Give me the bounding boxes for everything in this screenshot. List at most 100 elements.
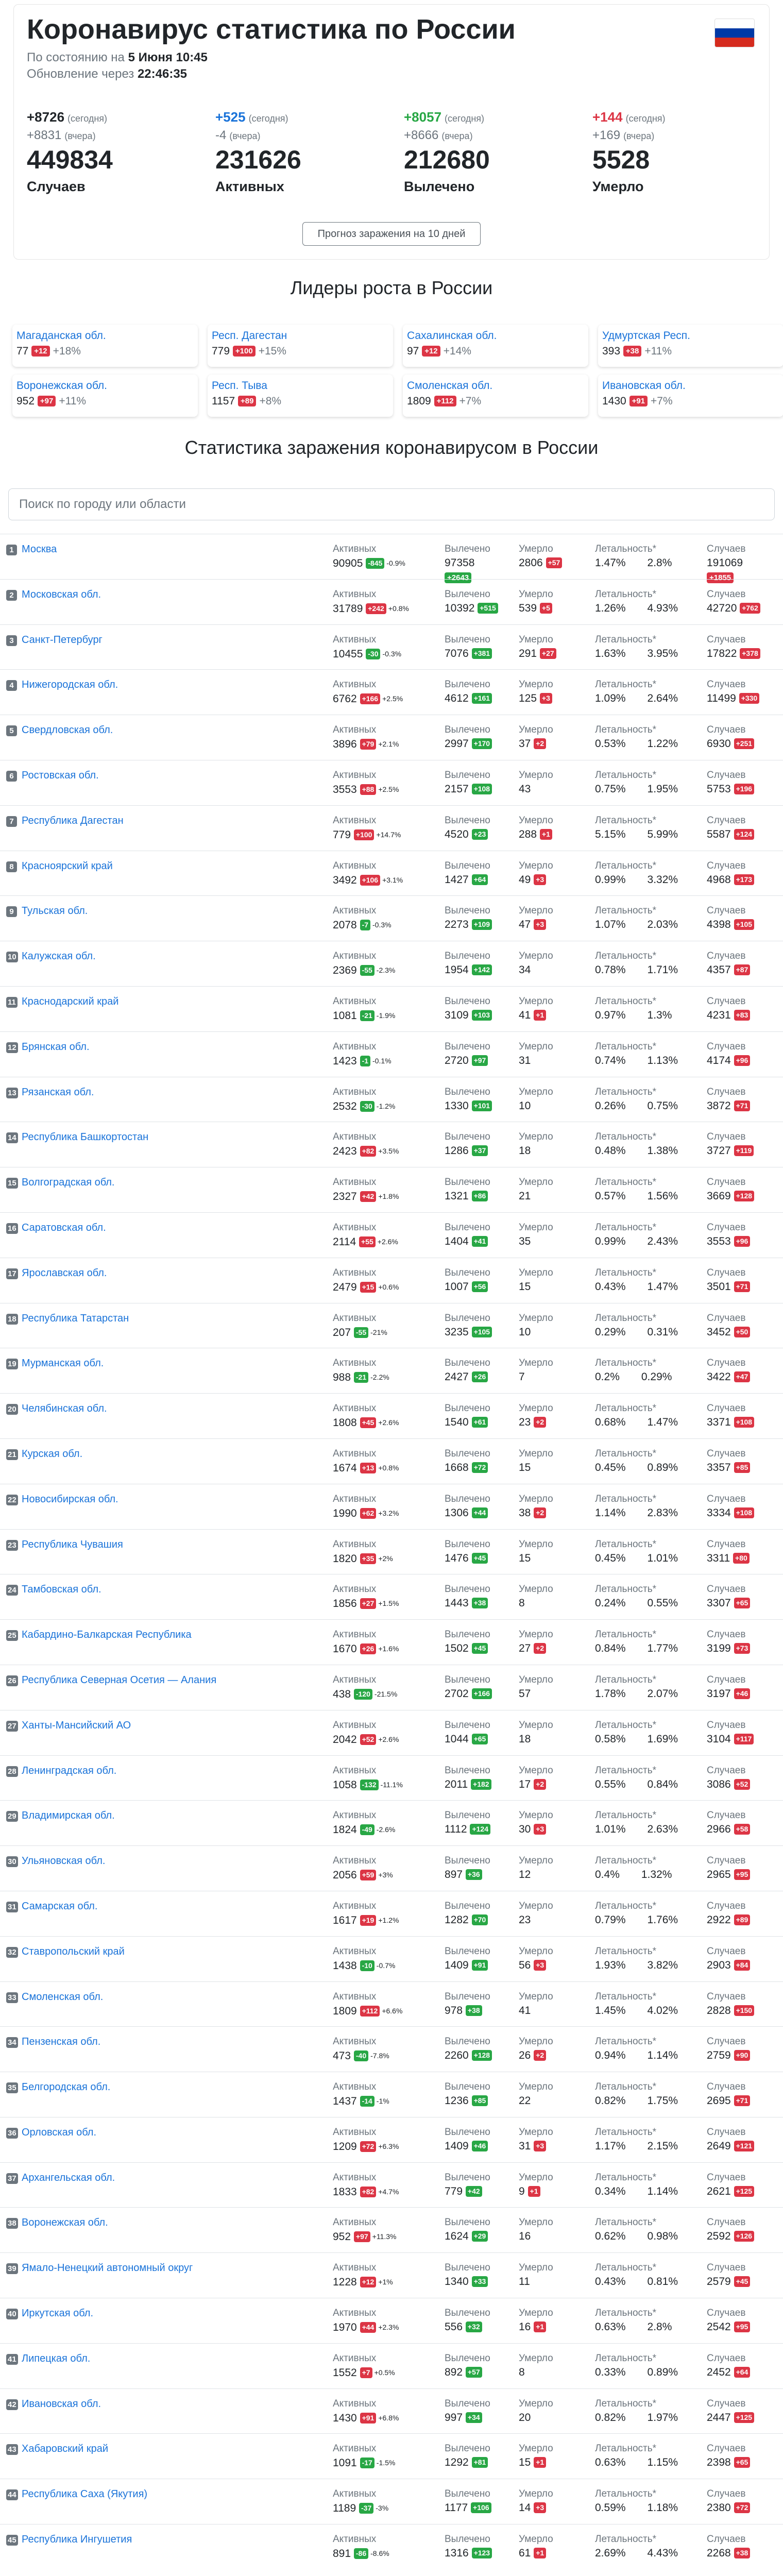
row-rank: 37 [6,2173,18,2184]
region-link[interactable]: Ярославская обл. [22,1267,107,1279]
lethality-value: 1.07% [595,919,626,931]
active-value: 1808 [333,1417,357,1429]
region-link[interactable]: Ленинградская обл. [22,1765,116,1777]
region-link[interactable]: Ростовская обл. [22,770,99,782]
region-link[interactable]: Брянская обл. [22,1041,90,1053]
region-link[interactable]: Москва [22,544,57,555]
recovered-label: Вылечено [445,2398,490,2409]
region-link[interactable]: Кабардино-Балкарская Республика [22,1629,192,1641]
lethality-label: Летальность* [595,1810,657,1821]
recovered-value: 7076 [445,647,469,659]
active-label: Активных [333,815,377,826]
region-link[interactable]: Республика Северная Осетия — Алания [22,1674,216,1686]
leader-region-link[interactable]: Удмуртская Респ. [602,330,779,342]
lethality-label: Летальность* [595,2443,657,2454]
died-label: Умерло [519,1629,553,1640]
region-link[interactable]: Воронежская обл. [22,2217,108,2229]
region-link[interactable]: Самарская обл. [22,1901,97,1912]
died-label: Умерло [519,1177,553,1188]
region-link[interactable]: Белгородская обл. [22,2081,110,2093]
active-cell: Активных 3492 +106 +3.1% [333,860,403,889]
active-cell: Активных 1423 -1 -0.1% [333,1041,392,1070]
stat-died-total: 5528 [592,145,650,174]
active-cell: Активных 10455 -30 -0.3% [333,634,401,663]
region-link[interactable]: Республика Чувашия [22,1539,123,1551]
region-link[interactable]: Курская обл. [22,1448,82,1460]
lethality-value: 0.43% [595,1280,626,1293]
region-link[interactable]: Смоленская обл. [22,1991,103,2003]
leader-region-link[interactable]: Магаданская обл. [16,330,194,342]
region-link[interactable]: Республика Башкортостан [22,1131,148,1143]
region-link[interactable]: Ямало-Ненецкий автономный округ [22,2262,193,2274]
region-link[interactable]: Орловская обл. [22,2127,96,2139]
leader-region-link[interactable]: Смоленская обл. [407,380,584,392]
region-link[interactable]: Хабаровский край [22,2443,108,2455]
lethality-closed-value: 1.01% [647,1552,678,1564]
table-row: 18 Республика Татарстан Активных 207 -55 -21… [0,1302,783,1348]
region-link[interactable]: Челябинская обл. [22,1403,107,1415]
region-link[interactable]: Саратовская обл. [22,1222,106,1234]
active-cell: Активных 1809 +112 +6.6% [333,1991,402,2020]
lethality-label: Летальность* [595,860,657,871]
leader-region-link[interactable]: Воронежская обл. [16,380,194,392]
region-link[interactable]: Новосибирская обл. [22,1494,118,1505]
died-label: Умерло [519,2443,553,2454]
region-link[interactable]: Республика Ингушетия [22,2534,132,2546]
cases-delta-badge: +71 [734,1281,751,1292]
lethality-value: 1.09% [595,692,626,705]
leader-region-link[interactable]: Респ. Дагестан [212,330,389,342]
recovered-cell: Вылечено 1306 +44 [445,1494,490,1521]
lethality-closed-value: 1.69% [647,1733,678,1745]
active-value: 1189 [333,2502,356,2515]
recovered-value: 1404 [445,1235,469,1247]
active-delta-badge: -1 [360,1055,371,1066]
region-link[interactable]: Ульяновская обл. [22,1855,105,1867]
lethality-closed-value: 1.47% [647,1416,678,1429]
died-value: 41 [519,2004,531,2016]
region-link[interactable]: Нижегородская обл. [22,679,118,691]
region-link[interactable]: Иркутская обл. [22,2308,93,2319]
region-link[interactable]: Липецкая обл. [22,2353,90,2365]
russia-flag-icon [714,19,755,47]
leader-region-link[interactable]: Респ. Тыва [212,380,389,392]
region-link[interactable]: Мурманская обл. [22,1358,104,1369]
active-cell: Активных 1820 +35 +2% [333,1539,393,1567]
active-percent: +2.6% [378,1418,399,1427]
region-link[interactable]: Санкт-Петербург [22,634,103,646]
leader-region-link[interactable]: Сахалинская обл. [407,330,584,342]
lethality-cell: Летальность* 0.78% 1.71% [595,951,678,978]
region-link[interactable]: Ставропольский край [22,1946,125,1958]
cases-delta-badge: +126 [734,2231,755,2242]
region-link[interactable]: Республика Дагестан [22,815,124,827]
region-link[interactable]: Свердловская обл. [22,724,113,736]
region-link[interactable]: Рязанская обл. [22,1087,94,1098]
region-link[interactable]: Краснодарский край [22,996,118,1008]
recovered-delta-badge: +45 [471,1552,488,1564]
region-link[interactable]: Калужская обл. [22,951,96,962]
recovered-cell: Вылечено 2273 +109 [445,905,492,933]
region-link[interactable]: Тульская обл. [22,905,88,917]
search-input[interactable] [8,488,775,520]
died-label: Умерло [519,544,553,554]
leader-region-link[interactable]: Ивановская обл. [602,380,779,392]
recovered-delta-badge: +56 [471,1281,488,1292]
region-link[interactable]: Республика Татарстан [22,1313,129,1325]
region-link[interactable]: Московская обл. [22,589,101,601]
region-link[interactable]: Владимирская обл. [22,1810,115,1822]
region-link[interactable]: Тамбовская обл. [22,1584,101,1596]
region-link[interactable]: Красноярский край [22,860,113,872]
cases-cell: Случаев 3501 +71 [707,1267,751,1295]
cases-label: Случаев [707,2217,746,2228]
died-cell: Умерло 125 +3 [519,679,553,707]
region-link[interactable]: Республика Саха (Якутия) [22,2488,147,2500]
table-row: 42 Ивановская обл. Активных 1430 +91 +6.8% Вы… [0,2388,783,2434]
forecast-button[interactable]: Прогноз заражения на 10 дней [302,222,481,246]
region-link[interactable]: Ханты-Мансийский АО [22,1720,131,1732]
region-link[interactable]: Ивановская обл. [22,2398,101,2410]
leaders-title: Лидеры роста в России [290,277,493,298]
active-label: Активных [333,905,377,917]
region-link[interactable]: Архангельская обл. [22,2172,115,2184]
active-percent: -1% [376,2097,389,2106]
region-link[interactable]: Волгоградская обл. [22,1177,115,1189]
region-link[interactable]: Пензенская обл. [22,2036,100,2048]
